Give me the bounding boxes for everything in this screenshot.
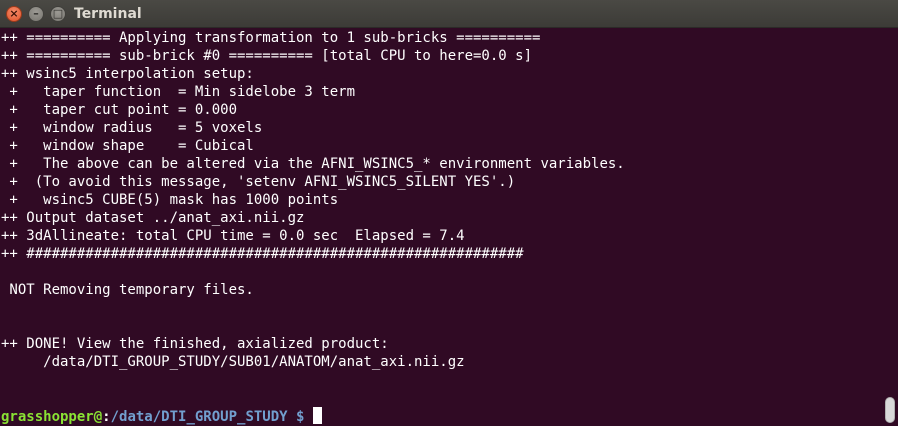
prompt-path: /data/DTI_GROUP_STUDY <box>110 409 288 425</box>
output-line: + taper cut point = 0.000 <box>1 102 238 118</box>
output-line: ++ ========== sub-brick #0 ========== [t… <box>1 48 533 64</box>
output-line: ++ ========== Applying transformation to… <box>1 30 541 46</box>
output-line: ++ 3dAllineate: total CPU time = 0.0 sec… <box>1 228 465 244</box>
output-line: + window radius = 5 voxels <box>1 120 263 136</box>
maximize-icon: □ <box>52 7 64 20</box>
output-line: /data/DTI_GROUP_STUDY/SUB01/ANATOM/anat_… <box>1 354 465 370</box>
scrollbar-thumb[interactable] <box>885 397 895 423</box>
output-line: NOT Removing temporary files. <box>1 282 254 298</box>
close-icon: × <box>9 7 19 20</box>
output-line: + window shape = Cubical <box>1 138 254 154</box>
window-title: Terminal <box>74 6 142 22</box>
output-line: ++ Output dataset ../anat_axi.nii.gz <box>1 210 305 226</box>
scrollbar[interactable] <box>882 29 898 426</box>
minimize-button[interactable]: – <box>28 6 44 22</box>
output-line: ++ DONE! View the finished, axialized pr… <box>1 336 389 352</box>
title-bar[interactable]: × – □ Terminal <box>0 0 898 28</box>
terminal-output[interactable]: ++ ========== Applying transformation to… <box>0 29 882 426</box>
output-line: ++ wsinc5 interpolation setup: <box>1 66 254 82</box>
text-cursor <box>312 407 322 424</box>
prompt-separator: : <box>102 409 111 425</box>
terminal-window: × – □ Terminal ++ ========== Applying tr… <box>0 0 898 426</box>
output-line: + The above can be altered via the AFNI_… <box>1 156 625 172</box>
prompt-symbol: $ <box>287 409 313 425</box>
minimize-icon: – <box>33 7 39 20</box>
close-button[interactable]: × <box>6 6 22 22</box>
maximize-button[interactable]: □ <box>50 6 66 22</box>
output-line: + taper function = Min sidelobe 3 term <box>1 84 356 100</box>
prompt-user: grasshopper@ <box>1 409 103 425</box>
output-line: + (To avoid this message, 'setenv AFNI_W… <box>1 174 516 190</box>
prompt-line[interactable]: grasshopper@:/data/DTI_GROUP_STUDY $ <box>1 407 882 425</box>
output-line: + wsinc5 CUBE(5) mask has 1000 points <box>1 192 339 208</box>
output-line: ++ #####################################… <box>1 246 524 262</box>
